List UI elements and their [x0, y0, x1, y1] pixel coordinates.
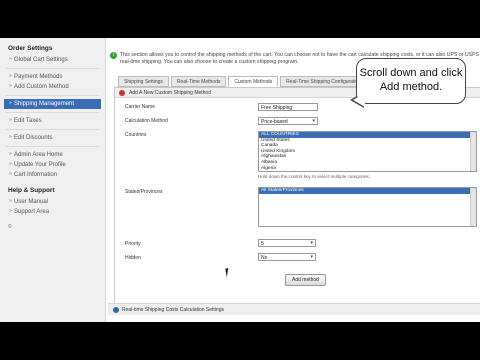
sidebar-divider: [6, 112, 99, 113]
hidden-value: No: [261, 255, 268, 261]
countries-hint: Hold down the control key to select mult…: [258, 174, 371, 179]
callout-pointer-fill: [353, 93, 365, 107]
carrier-name-input[interactable]: Free Shipping: [258, 103, 318, 111]
priority-value: 5: [261, 241, 264, 247]
sidebar-heading-order: Order Settings: [8, 45, 53, 52]
tab-custom-methods[interactable]: Custom Methods: [228, 76, 279, 87]
state-option[interactable]: All States/Provinces: [259, 188, 476, 194]
country-option[interactable]: Algeria: [259, 166, 476, 171]
sidebar-item-admin-area-home[interactable]: Admin Area Home: [0, 150, 105, 160]
letterbox-top: [0, 0, 480, 38]
sidebar-item-edit-taxes[interactable]: Edit Taxes: [0, 116, 105, 126]
states-scrollbar[interactable]: [470, 188, 476, 226]
sidebar-item-shipping-management[interactable]: Shipping Management: [4, 99, 101, 109]
letterbox-bottom: [0, 322, 480, 360]
carrier-name-label: Carrier Name: [125, 104, 156, 110]
countries-label: Countries: [125, 132, 147, 138]
info-icon: i: [110, 52, 117, 59]
panel-title: Add A New Custom Shipping Method: [129, 90, 211, 96]
instruction-callout: Scroll down and click Add method.: [356, 58, 466, 104]
callout-text: Scroll down and click Add method.: [359, 67, 463, 93]
mouse-cursor-icon: [225, 267, 233, 278]
countries-listbox[interactable]: ALL COUNTRIES United States Canada Unite…: [258, 131, 477, 172]
sidebar-divider: [6, 129, 99, 130]
custom-method-panel: Add A New Custom Shipping Method Carrier…: [114, 87, 480, 312]
sidebar-item-payment-methods[interactable]: Payment Methods: [0, 72, 105, 82]
screen: Order Settings Global Cart Settings Paym…: [0, 0, 480, 360]
tab-real-time-methods[interactable]: Real-Time Methods: [170, 76, 227, 87]
sidebar-item-user-manual[interactable]: User Manual: [0, 197, 105, 207]
calculation-method-value: Price-based: [261, 119, 288, 125]
sidebar-item-edit-discounts[interactable]: Edit Discounts: [0, 133, 105, 143]
footer-title: Real-time Shipping Costs Calculation Set…: [122, 307, 224, 313]
hidden-select[interactable]: No: [258, 253, 316, 261]
sidebar: Order Settings Global Cart Settings Paym…: [0, 38, 106, 322]
priority-select[interactable]: 5: [258, 239, 316, 247]
realtime-settings-footer: Real-time Shipping Costs Calculation Set…: [108, 303, 480, 315]
hidden-label: Hidden: [125, 255, 141, 261]
sidebar-divider: [6, 146, 99, 147]
sidebar-divider: [6, 95, 99, 96]
copyright-badge: ©: [8, 224, 12, 230]
sidebar-item-cart-information[interactable]: Cart Information: [0, 170, 105, 180]
gear-icon: [119, 90, 125, 96]
sidebar-item-update-profile[interactable]: Update Your Profile: [0, 160, 105, 170]
priority-label: Priority: [125, 241, 141, 247]
sidebar-item-add-custom-method[interactable]: Add Custom Method: [0, 82, 105, 92]
settings-icon: [113, 307, 119, 313]
states-listbox[interactable]: All States/Provinces: [258, 187, 477, 227]
tab-shipping-settings[interactable]: Shipping Settings: [118, 76, 169, 87]
tab-bar: Shipping Settings Real-Time Methods Cust…: [118, 76, 370, 87]
sidebar-divider: [6, 68, 99, 69]
countries-scrollbar[interactable]: [470, 132, 476, 171]
sidebar-heading-help: Help & Support: [8, 187, 55, 194]
calculation-method-select[interactable]: Price-based: [258, 117, 318, 125]
sidebar-item-support-area[interactable]: Support Area: [0, 207, 105, 217]
sidebar-item-global-cart-settings[interactable]: Global Cart Settings: [0, 55, 105, 65]
add-method-button[interactable]: Add method: [285, 274, 326, 286]
states-label: States/Provinces: [125, 189, 163, 195]
calculation-method-label: Calculation Method: [125, 118, 168, 124]
